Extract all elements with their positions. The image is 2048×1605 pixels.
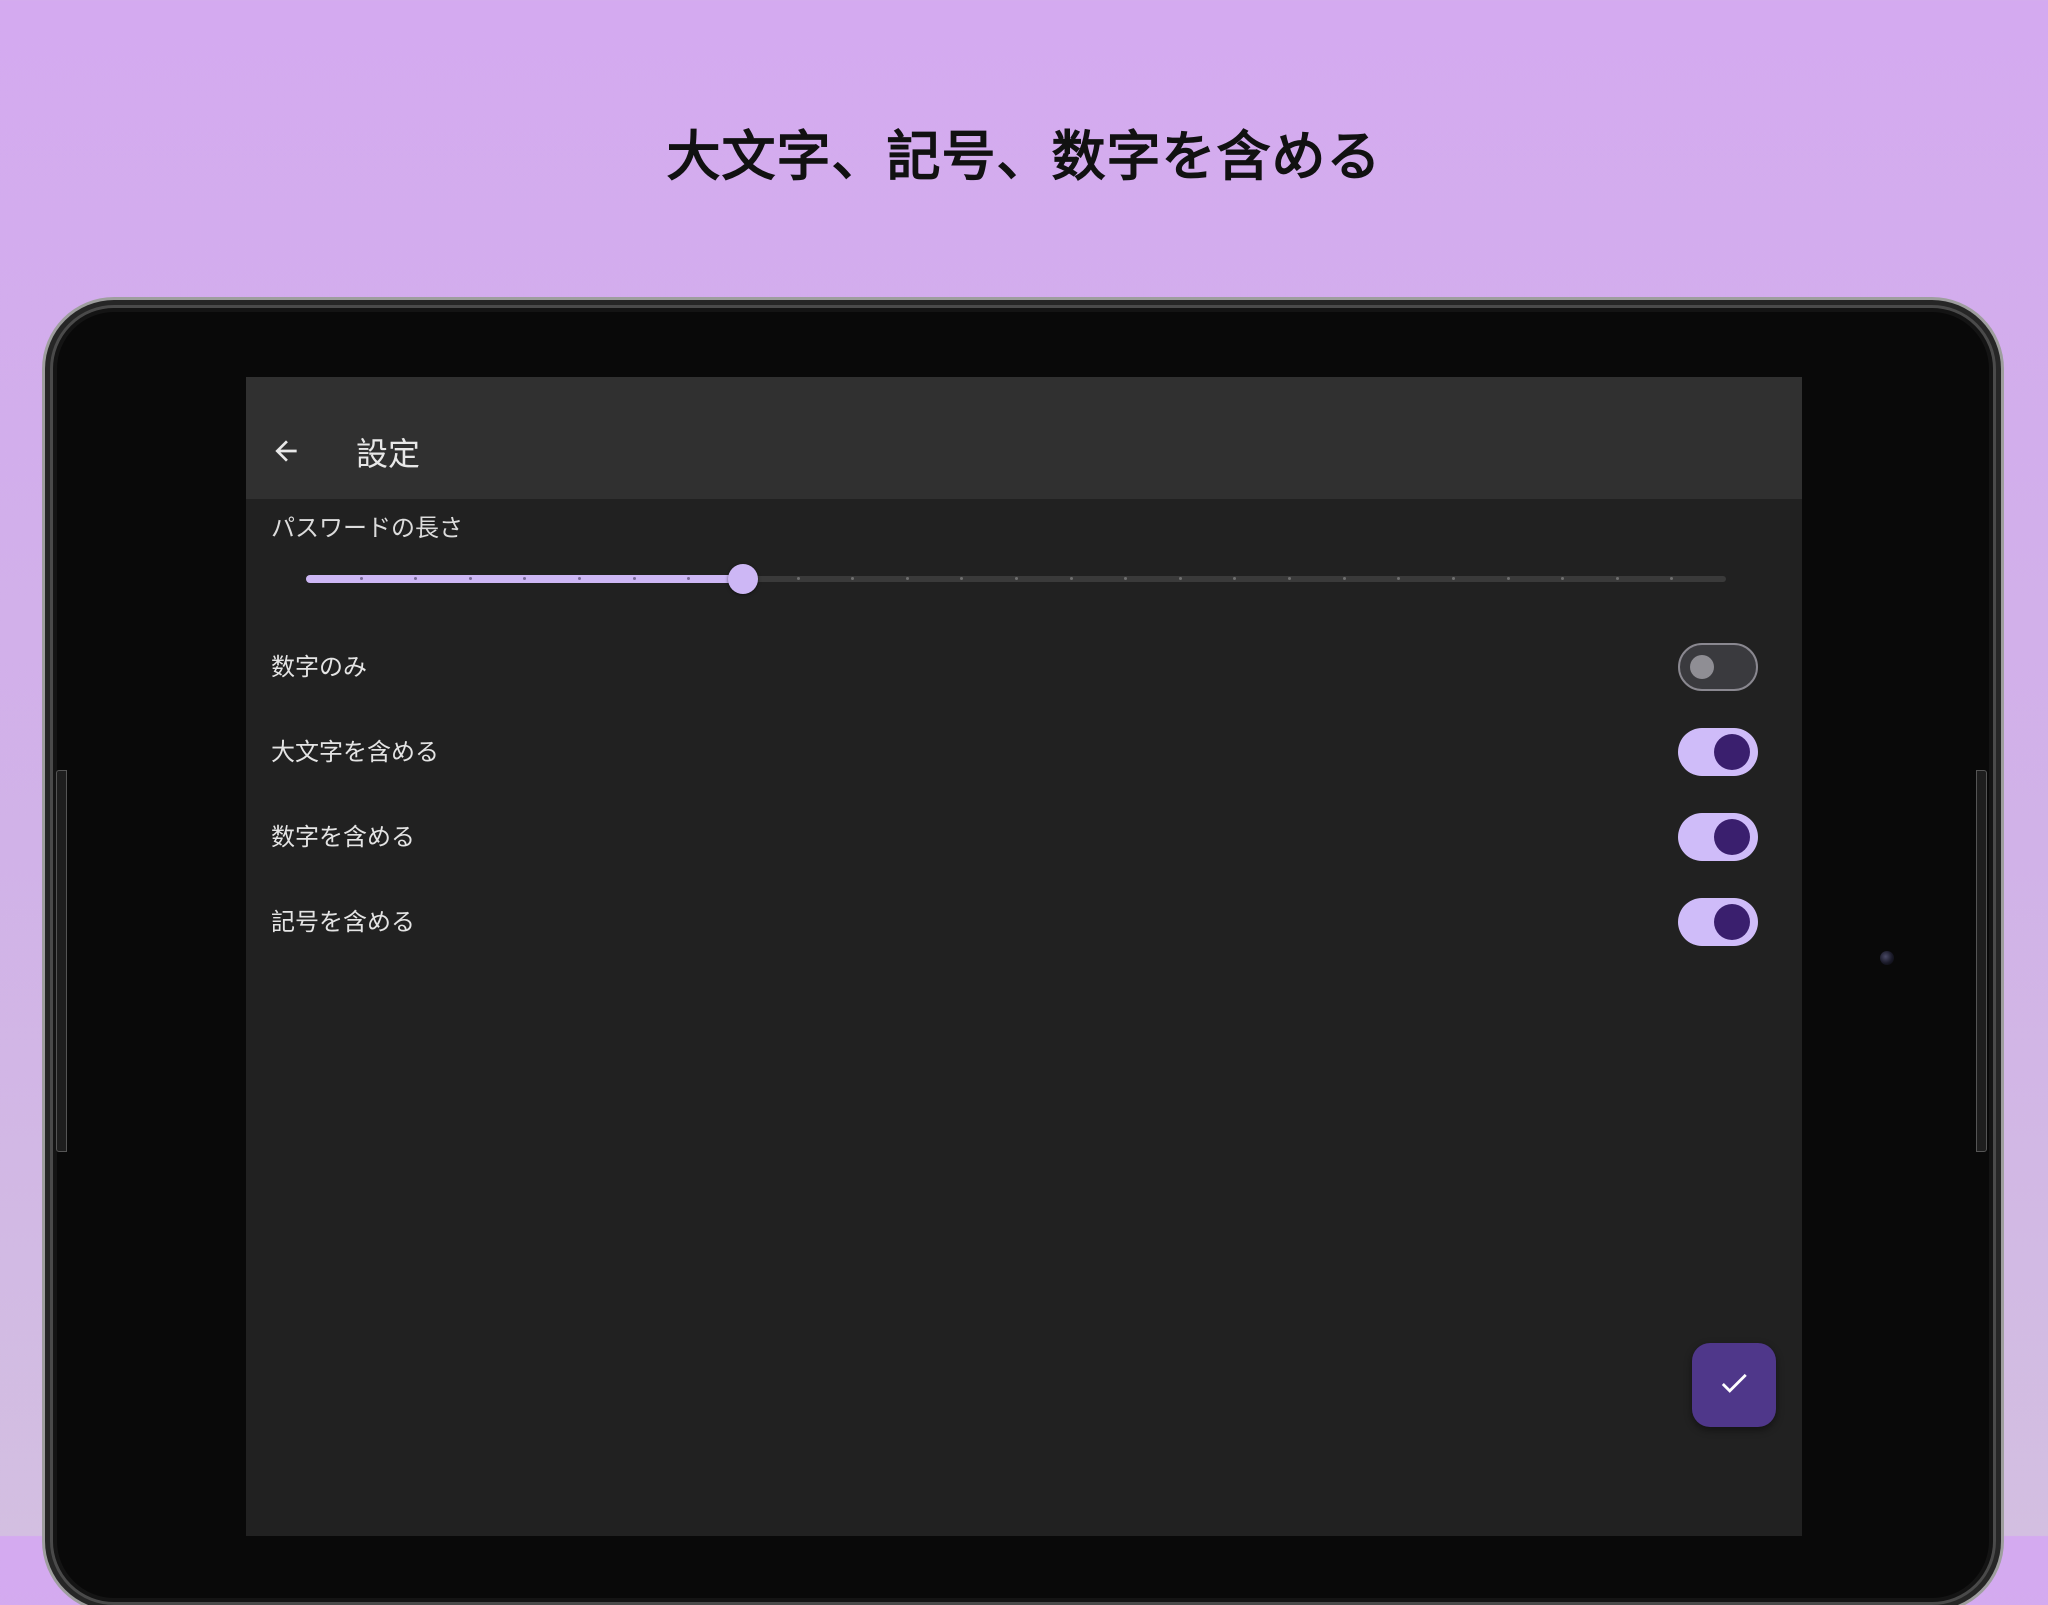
top-app-bar: 設定 <box>246 377 1802 499</box>
slider-tick <box>469 577 472 580</box>
front-camera <box>1880 951 1894 965</box>
password-length-label: パスワードの長さ <box>271 514 463 542</box>
slider-tick <box>1452 577 1455 580</box>
password-length-slider[interactable] <box>306 559 1726 599</box>
slider-tick <box>1561 577 1564 580</box>
slider-tick <box>851 577 854 580</box>
tablet-side-button-left <box>56 770 67 1152</box>
slider-tick <box>1288 577 1291 580</box>
setting-row-digits: 数字を含める <box>246 799 1802 875</box>
arrow-back-icon <box>270 435 302 471</box>
switch-knob <box>1690 655 1714 679</box>
setting-label-numbers-only: 数字のみ <box>271 653 367 681</box>
setting-label-digits: 数字を含める <box>271 823 415 851</box>
promo-headline: 大文字、記号、数字を含める <box>666 125 1382 188</box>
confirm-fab-button[interactable] <box>1692 1343 1776 1427</box>
digits-switch[interactable] <box>1678 813 1758 861</box>
symbols-switch[interactable] <box>1678 898 1758 946</box>
setting-row-uppercase: 大文字を含める <box>246 714 1802 790</box>
slider-tick <box>1616 577 1619 580</box>
switch-knob <box>1714 734 1750 770</box>
check-icon <box>1717 1366 1751 1404</box>
slider-tick <box>1179 577 1182 580</box>
setting-row-symbols: 記号を含める <box>246 884 1802 960</box>
slider-tick <box>414 577 417 580</box>
slider-tick <box>960 577 963 580</box>
setting-label-uppercase: 大文字を含める <box>271 738 439 766</box>
slider-tick <box>1397 577 1400 580</box>
slider-tick <box>1233 577 1236 580</box>
slider-tick <box>906 577 909 580</box>
app-screen: 設定 パスワードの長さ 数字のみ 大文字を含める 数字を含める 記号を含める <box>246 377 1802 1536</box>
setting-label-symbols: 記号を含める <box>271 908 415 936</box>
switch-knob <box>1714 904 1750 940</box>
setting-row-numbers-only: 数字のみ <box>246 629 1802 705</box>
slider-tick <box>687 577 690 580</box>
slider-tick <box>797 577 800 580</box>
tablet-side-button-right <box>1976 770 1987 1152</box>
slider-tick <box>523 577 526 580</box>
slider-tick <box>1507 577 1510 580</box>
slider-tick <box>1670 577 1673 580</box>
slider-tick <box>360 577 363 580</box>
back-button[interactable] <box>262 429 310 477</box>
slider-tick <box>578 577 581 580</box>
slider-thumb[interactable] <box>728 564 758 594</box>
slider-tick <box>1070 577 1073 580</box>
slider-tick <box>1015 577 1018 580</box>
slider-tick <box>633 577 636 580</box>
switch-knob <box>1714 819 1750 855</box>
uppercase-switch[interactable] <box>1678 728 1758 776</box>
slider-tick <box>1124 577 1127 580</box>
slider-tick <box>1343 577 1346 580</box>
numbers-only-switch[interactable] <box>1678 643 1758 691</box>
page-title: 設定 <box>356 435 421 473</box>
